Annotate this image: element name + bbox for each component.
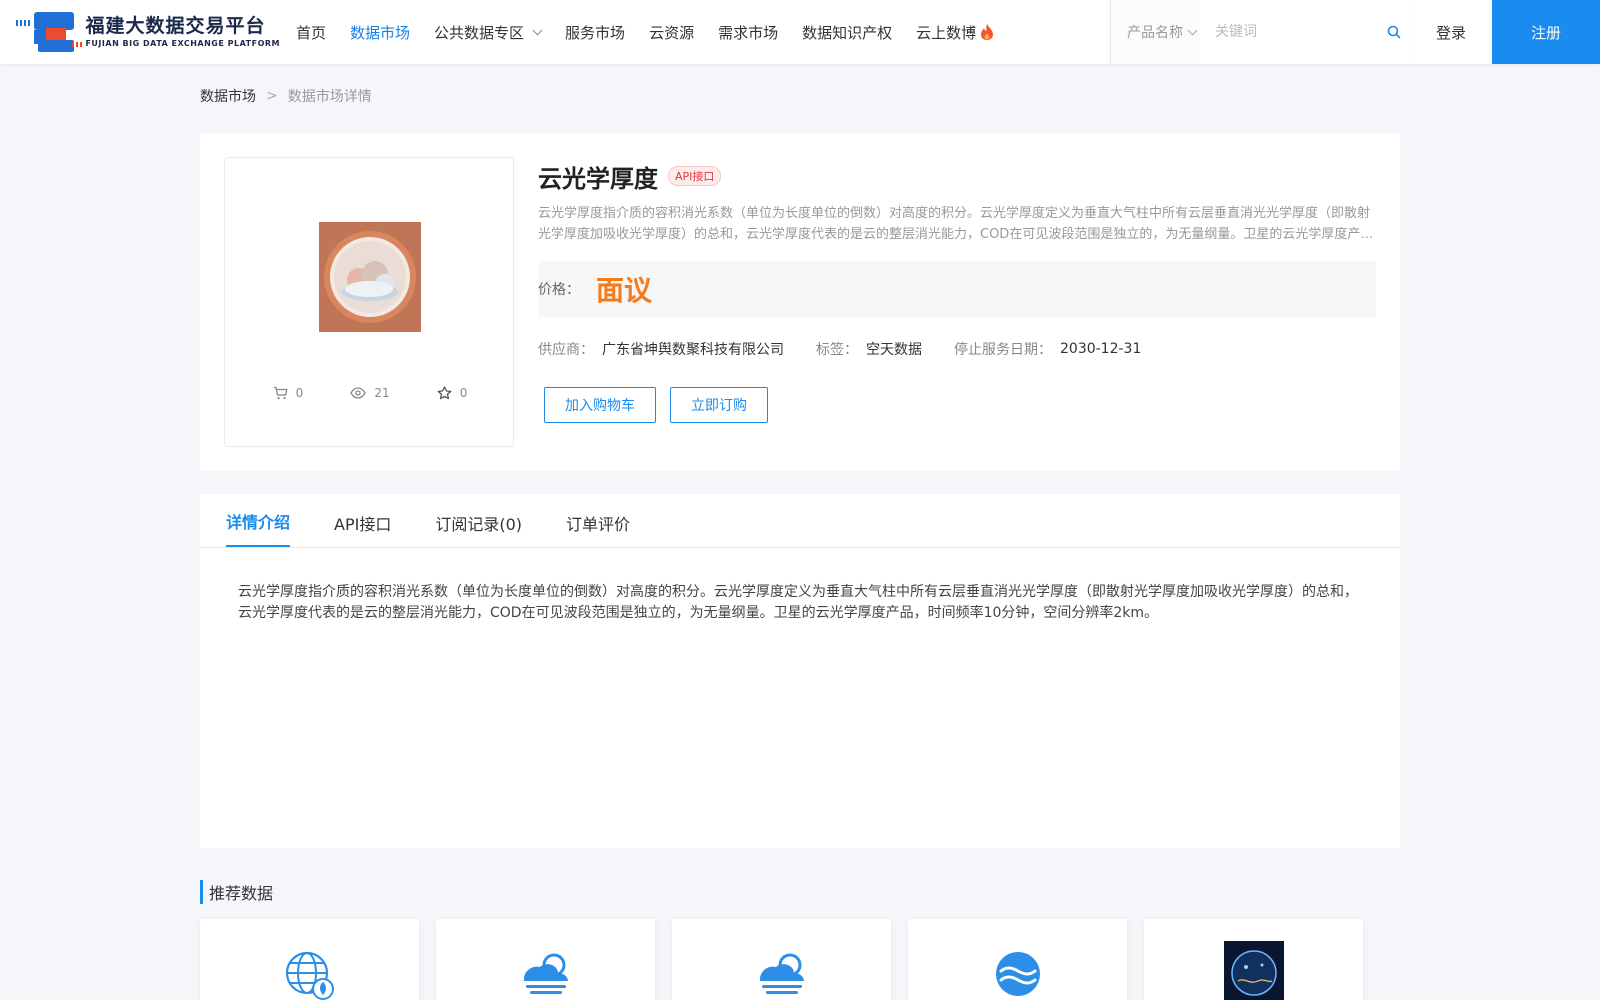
- product-description: 云光学厚度指介质的容积消光系数（单位为长度单位的倒数）对高度的积分。云光学厚度定…: [538, 206, 1371, 242]
- recommend-card[interactable]: [200, 919, 419, 1000]
- cloud-sun-icon: [523, 953, 568, 994]
- search-button[interactable]: [1379, 0, 1409, 64]
- register-button[interactable]: 注册: [1492, 0, 1600, 64]
- nav-cloud-resources[interactable]: 云资源: [649, 22, 694, 43]
- nav-cloud-expo-label: 云上数博: [916, 23, 977, 42]
- search-bar: 产品名称: [1110, 0, 1410, 64]
- earth-photo-icon: [1223, 941, 1284, 1000]
- recommend-list: [200, 919, 1380, 1000]
- detail-panel: 详情介绍 API接口 订阅记录(0) 订单评价 云光学厚度指介质的容积消光系数（…: [200, 494, 1400, 848]
- chevron-down-icon: [1187, 25, 1198, 35]
- tab-order-reviews[interactable]: 订单评价: [566, 511, 630, 547]
- tag-label: 标签：: [816, 342, 858, 358]
- tab-api[interactable]: API接口: [334, 511, 391, 547]
- supplier-label: 供应商：: [538, 342, 594, 358]
- add-to-cart-button[interactable]: 加入购物车: [544, 387, 656, 423]
- search-type-select[interactable]: 产品名称: [1111, 22, 1199, 42]
- nav-public-data[interactable]: 公共数据专区: [434, 22, 543, 43]
- main-nav: 首页 数据市场 公共数据专区 服务市场 云资源 需求市场 数据知识产权 云上数博: [296, 0, 1018, 64]
- api-badge: API接口: [668, 166, 722, 186]
- recommend-card[interactable]: [436, 919, 655, 1000]
- cart-icon: [273, 386, 288, 400]
- water-wave-icon: [995, 952, 1040, 996]
- fire-icon: [981, 24, 994, 40]
- chevron-down-icon: [532, 25, 543, 35]
- end-date-label: 停止服务日期：: [954, 342, 1052, 358]
- stat-favorites[interactable]: 0: [437, 386, 468, 400]
- cart-count: 0: [295, 386, 304, 400]
- search-input[interactable]: [1199, 0, 1379, 64]
- product-meta: 供应商： 广东省坤舆数聚科技有限公司 标签： 空天数据 停止服务日期： 2030…: [538, 339, 1376, 359]
- breadcrumb: 数据市场 > 数据市场详情: [200, 86, 372, 106]
- logo-mark-icon: [16, 10, 84, 54]
- price-value: 面议: [596, 274, 653, 307]
- breadcrumb-data-market[interactable]: 数据市场: [200, 86, 256, 106]
- product-actions: 加入购物车 立即订购: [538, 387, 1376, 423]
- detail-tabs: 详情介绍 API接口 订阅记录(0) 订单评价: [200, 494, 1400, 548]
- price-label: 价格：: [538, 282, 580, 298]
- login-button[interactable]: 登录: [1410, 0, 1492, 64]
- recommend-card[interactable]: [672, 919, 891, 1000]
- product-title: 云光学厚度: [538, 164, 658, 193]
- breadcrumb-current: 数据市场详情: [287, 89, 372, 105]
- view-count: 21: [374, 386, 390, 400]
- site-logo[interactable]: 福建大数据交易平台 FUJIAN BIG DATA EXCHANGE PLATF…: [16, 10, 280, 54]
- recommend-title: 推荐数据: [200, 880, 273, 904]
- stat-cart: 0: [273, 386, 304, 400]
- nav-home[interactable]: 首页: [296, 22, 326, 43]
- price-row: 价格： 面议: [538, 261, 1376, 317]
- globe-leaf-icon: [285, 951, 334, 1000]
- logo-subtitle: FUJIAN BIG DATA EXCHANGE PLATFORM: [85, 39, 280, 48]
- nav-cloud-expo[interactable]: 云上数博: [916, 22, 994, 43]
- supplier-value: 广东省坤舆数聚科技有限公司: [602, 342, 784, 358]
- eye-icon: [350, 387, 367, 399]
- nav-service-market[interactable]: 服务市场: [565, 22, 625, 43]
- tag-value: 空天数据: [866, 342, 922, 358]
- product-summary-card: 0 21 0 云光学厚度 API接口 云光学厚度指介质的容积消光系数（单位为长度…: [200, 133, 1400, 471]
- favorite-count: 0: [459, 386, 468, 400]
- tab-detail-intro[interactable]: 详情介绍: [226, 509, 291, 547]
- cloud-sun-icon: [759, 953, 804, 994]
- nav-demand-market[interactable]: 需求市场: [718, 22, 778, 43]
- search-type-label: 产品名称: [1127, 25, 1183, 41]
- tab-subscription-records[interactable]: 订阅记录(0): [435, 511, 522, 547]
- logo-title: 福建大数据交易平台: [85, 15, 266, 37]
- search-icon: [1387, 25, 1401, 39]
- recommend-card[interactable]: [908, 919, 1127, 1000]
- product-info: 云光学厚度 API接口 云光学厚度指介质的容积消光系数（单位为长度单位的倒数）对…: [538, 157, 1376, 423]
- nav-public-data-label: 公共数据专区: [434, 23, 525, 42]
- product-stats: 0 21 0: [225, 386, 515, 400]
- end-date-value: 2030-12-31: [1060, 341, 1142, 357]
- cloud-product-image: [319, 222, 421, 332]
- breadcrumb-separator: >: [266, 88, 278, 104]
- star-icon: [437, 386, 452, 400]
- subscribe-now-button[interactable]: 立即订购: [670, 387, 768, 423]
- nav-data-ip[interactable]: 数据知识产权: [802, 22, 892, 43]
- nav-data-market[interactable]: 数据市场: [350, 22, 410, 43]
- stat-views: 21: [350, 386, 390, 400]
- recommend-card[interactable]: [1144, 919, 1363, 1000]
- detail-content: 云光学厚度指介质的容积消光系数（单位为长度单位的倒数）对高度的积分。云光学厚度定…: [238, 584, 1358, 621]
- top-navbar: 福建大数据交易平台 FUJIAN BIG DATA EXCHANGE PLATF…: [0, 0, 1600, 64]
- product-thumbnail-box: 0 21 0: [224, 157, 514, 447]
